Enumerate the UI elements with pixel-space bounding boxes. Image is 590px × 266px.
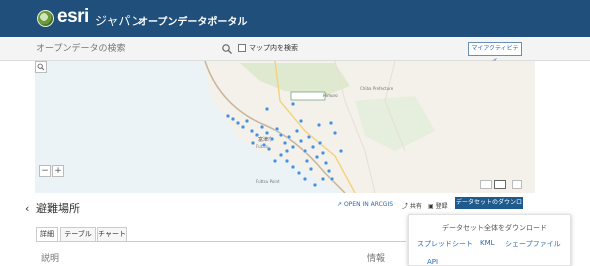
zoom-out-button[interactable]: − [39,165,51,177]
view-table-only-button[interactable] [512,180,522,189]
header-bar: esri ジャパン オープンデータポータル [0,0,590,37]
download-spreadsheet-link[interactable]: スプレッドシート [417,239,473,249]
esri-globe-logo-icon[interactable] [37,10,54,27]
download-api-link[interactable]: API [427,258,438,266]
map-label-prefecture: Chiba Prefecture [360,86,394,91]
view-map-only-button[interactable] [480,180,492,189]
logo-japan[interactable]: ジャパン [95,12,143,29]
register-button[interactable]: ▣ 登録 [428,201,448,210]
map-search-icon[interactable] [35,61,47,73]
search-bar: マップ内を検索 マイアクティビティ [0,37,590,64]
open-in-arcgis-label: OPEN IN ARCGIS [343,201,394,208]
register-label: 登録 [435,203,448,210]
search-icon[interactable] [221,43,233,55]
search-map-checkbox[interactable] [238,44,246,52]
search-input[interactable] [36,40,241,57]
description-heading: 説明 [41,254,60,264]
view-split-button[interactable] [494,180,506,189]
map-canvas: Himuro 富津市 Futtsu Futtsu Point Chiba Pre… [204,61,535,193]
tab-details[interactable]: 詳細 [36,227,58,242]
download-shapefile-link[interactable]: シェープファイル [505,239,561,249]
dataset-title: 避難場所 [36,202,80,215]
download-panel-title: データセット全体をダウンロード [442,224,547,232]
download-panel: データセット全体をダウンロード スプレッドシート KML シェープファイル AP… [408,214,571,266]
portal-title[interactable]: オープンデータポータル [138,13,247,28]
zoom-in-button[interactable]: + [52,165,64,177]
search-map-checkbox-label: マップ内を検索 [249,44,298,52]
chevron-left-icon[interactable]: ‹ [25,202,29,215]
share-label: 共有 [409,203,422,210]
share-button[interactable]: ⤴ 共有 [402,201,422,210]
dataset-download-button[interactable]: データセットのダウンロード [455,197,523,218]
info-heading: 情報 [367,254,386,264]
open-in-arcgis-link[interactable]: ↗ OPEN IN ARCGIS [337,201,393,208]
map-view[interactable]: Himuro 富津市 Futtsu Futtsu Point Chiba Pre… [35,61,535,193]
map-label-himuro: Himuro [323,93,338,98]
tab-divider [36,241,406,242]
logo-esri[interactable]: esri [57,6,89,28]
tab-table[interactable]: テーブル [60,227,96,242]
download-kml-link[interactable]: KML [480,239,495,247]
tab-chart[interactable]: チャート [97,227,127,242]
my-activity-button[interactable]: マイアクティビティ [468,42,522,64]
map-label-point: Futtsu Point [256,179,280,184]
